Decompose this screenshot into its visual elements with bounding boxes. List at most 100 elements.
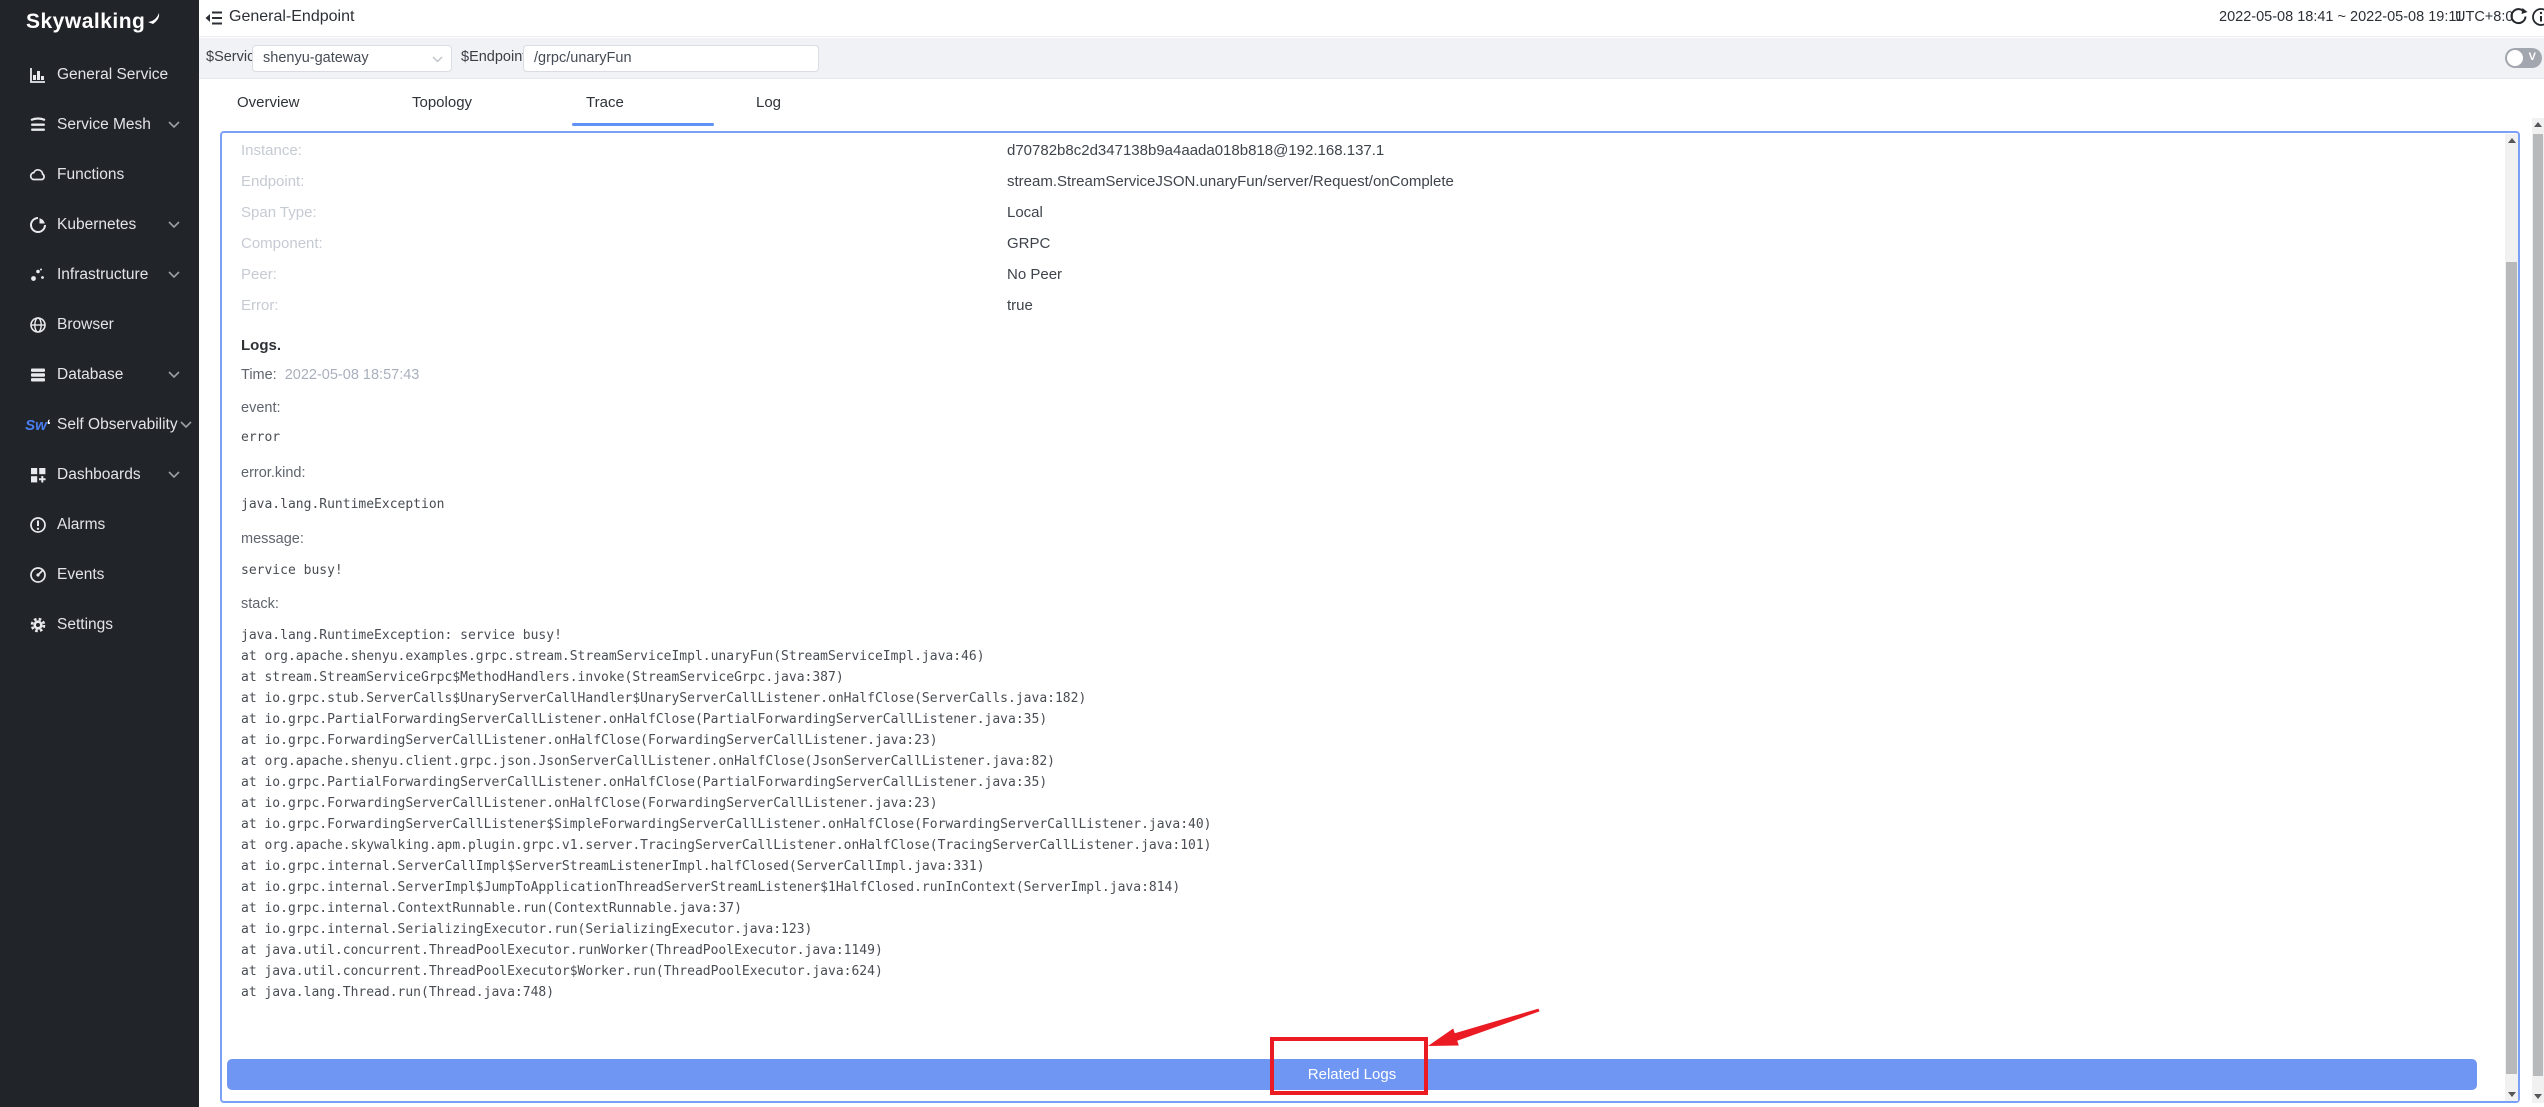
stack-line: at io.grpc.internal.ContextRunnable.run(… [241,898,2505,919]
scrollbar-thumb[interactable] [2533,134,2543,1076]
error-kind-label: error.kind: [241,462,2505,484]
scroll-up-icon[interactable] [2505,134,2518,147]
gear-icon [28,615,48,635]
sidebar-nav: General Service Service Mesh Functions [0,50,199,650]
related-logs-button[interactable]: Related Logs [227,1059,2477,1090]
stack-line: at java.util.concurrent.ThreadPoolExecut… [241,940,2505,961]
chevron-down-icon [168,271,180,279]
filter-toolbar: $Service shenyu-gateway $Endpoint /grpc/… [199,38,2544,79]
sidebar-item-label: Service Mesh [57,116,151,134]
stack-line: at org.apache.shenyu.client.grpc.json.Js… [241,751,2505,772]
refresh-icon[interactable] [2509,7,2529,27]
scroll-up-icon[interactable] [2532,118,2544,131]
stack-line: at io.grpc.stub.ServerCalls$UnaryServerC… [241,688,2505,709]
events-icon [28,565,48,585]
sidebar-item-label: Kubernetes [57,216,136,234]
panel-scrollbar[interactable] [2505,134,2518,1101]
span-detail-panel: Instance: d70782b8c2d347138b9a4aada018b8… [220,131,2520,1103]
sidebar-item-database[interactable]: Database [0,350,199,400]
timezone-label[interactable]: UTC+8:0 [2455,9,2513,25]
stack-line: at io.grpc.internal.ServerCallImpl$Serve… [241,856,2505,877]
info-icon[interactable] [2531,7,2544,27]
stack-line: at org.apache.skywalking.apm.plugin.grpc… [241,835,2505,856]
stack-line: at io.grpc.internal.ServerImpl$JumpToApp… [241,877,2505,898]
logo-text: Skywalking [26,10,145,34]
scroll-down-icon[interactable] [2505,1088,2518,1101]
sidebar-item-service-mesh[interactable]: Service Mesh [0,100,199,150]
message-label: message: [241,528,2505,550]
title-bar: General-Endpoint 2022-05-08 18:41 ~ 2022… [199,0,2544,37]
chart-icon [28,65,48,85]
globe-icon [28,315,48,335]
sidebar-item-dashboards[interactable]: Dashboards [0,450,199,500]
stack-line: at io.grpc.PartialForwardingServerCallLi… [241,772,2505,793]
sidebar-item-settings[interactable]: Settings [0,600,199,650]
sidebar-item-label: Functions [57,166,124,184]
mesh-layers-icon [28,115,48,135]
sidebar-item-alarms[interactable]: Alarms [0,500,199,550]
main-area: General-Endpoint 2022-05-08 18:41 ~ 2022… [199,0,2544,1107]
sidebar-item-functions[interactable]: Functions [0,150,199,200]
tab-log[interactable]: Log [756,79,781,127]
field-value: No Peer [1007,259,1062,290]
chevron-down-icon [168,121,180,129]
skywalking-logo: Skywalking [26,10,163,34]
alarm-icon [28,515,48,535]
stack-line: at io.grpc.ForwardingServerCallListener.… [241,793,2505,814]
window-scrollbar[interactable] [2532,118,2544,1103]
toggle-label: V [2529,51,2536,63]
sidebar-item-general-service[interactable]: General Service [0,50,199,100]
error-kind-value: java.lang.RuntimeException [241,494,2505,516]
span-field-row: Error: true [241,290,2505,321]
tab-strip: Overview Topology Trace Log [199,79,2544,131]
time-range[interactable]: 2022-05-08 18:41 ~ 2022-05-08 19:11 [2219,9,2463,25]
tab-topology[interactable]: Topology [412,79,472,127]
scroll-down-icon[interactable] [2532,1090,2544,1103]
stack-line: at stream.StreamServiceGrpc$MethodHandle… [241,667,2505,688]
sidebar-item-label: Events [57,566,104,584]
sidebar-item-kubernetes[interactable]: Kubernetes [0,200,199,250]
field-label: Error: [241,297,279,314]
event-value: error [241,427,2505,449]
chevron-down-icon [180,421,192,429]
collapse-sidebar-icon[interactable] [205,10,223,26]
sidebar-item-infrastructure[interactable]: Infrastructure [0,250,199,300]
event-label: event: [241,397,2505,419]
sidebar-item-label: Infrastructure [57,266,148,284]
logo-swoosh-icon [147,11,163,25]
sidebar-item-events[interactable]: Events [0,550,199,600]
sidebar-item-label: Settings [57,616,113,634]
service-select-value: shenyu-gateway [263,50,369,66]
sidebar-item-label: Self Observability [57,416,178,434]
stack-trace: java.lang.RuntimeException: service busy… [241,625,2505,1003]
field-value: d70782b8c2d347138b9a4aada018b818@192.168… [1007,135,1384,166]
span-field-row: Endpoint: stream.StreamServiceJSON.unary… [241,166,2505,197]
stack-line: at io.grpc.internal.SerializingExecutor.… [241,919,2505,940]
span-field-row: Component: GRPC [241,228,2505,259]
toggle-knob [2507,50,2523,66]
logs-heading: Logs. [241,335,2505,357]
tab-trace[interactable]: Trace [586,79,624,127]
sidebar-item-label: Browser [57,316,114,334]
sidebar-item-browser[interactable]: Browser [0,300,199,350]
stack-line: at org.apache.shenyu.examples.grpc.strea… [241,646,2505,667]
span-detail-content: Instance: d70782b8c2d347138b9a4aada018b8… [222,135,2505,1090]
field-label: Peer: [241,266,277,283]
field-label: Span Type: [241,204,317,221]
scrollbar-thumb[interactable] [2506,262,2517,1074]
stack-line: at java.util.concurrent.ThreadPoolExecut… [241,961,2505,982]
sidebar-item-self-observability[interactable]: Swʻ Self Observability [0,400,199,450]
service-select[interactable]: shenyu-gateway [252,45,452,72]
sidebar-item-label: Dashboards [57,466,141,484]
field-value: true [1007,290,1033,321]
span-field-row: Span Type: Local [241,197,2505,228]
stack-line: at io.grpc.PartialForwardingServerCallLi… [241,709,2505,730]
field-value: stream.StreamServiceJSON.unaryFun/server… [1007,166,1454,197]
dashboard-grid-icon [28,465,48,485]
chevron-down-icon [432,56,443,63]
sidebar-item-label: Database [57,366,123,384]
endpoint-input[interactable]: /grpc/unaryFun [523,45,819,72]
auto-refresh-toggle[interactable]: V [2505,48,2542,68]
app-window: Skywalking General Service Service Mesh [0,0,2544,1107]
tab-overview[interactable]: Overview [237,79,300,127]
